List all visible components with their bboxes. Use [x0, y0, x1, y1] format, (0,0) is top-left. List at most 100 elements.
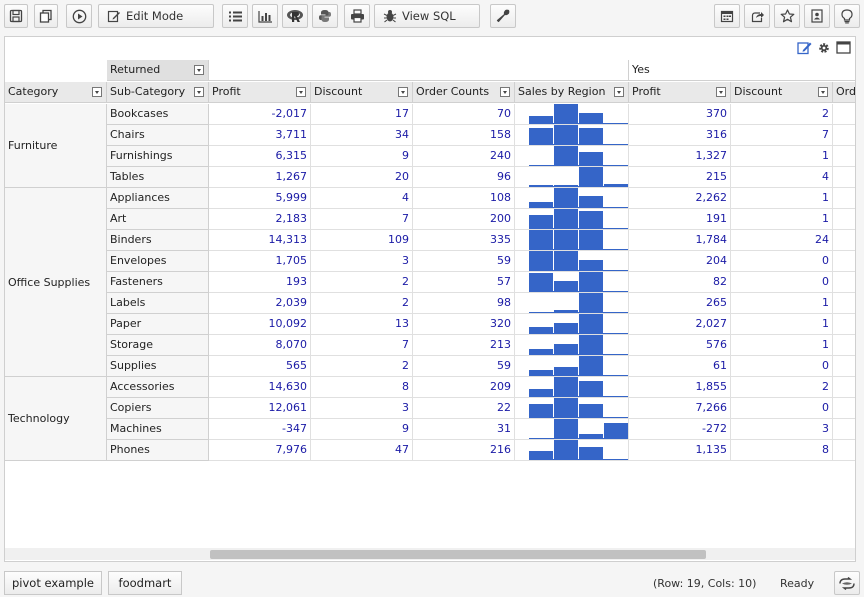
order-counts-header[interactable]: Order Counts: [413, 82, 515, 103]
maximize-icon: [836, 41, 851, 54]
yes-discount-header-dropdown[interactable]: [818, 87, 828, 97]
list-button[interactable]: [222, 4, 248, 28]
status-bar: pivot example foodmart (Row: 19, Cols: 1…: [0, 567, 864, 597]
profit-cell: -347: [209, 419, 311, 440]
print-icon: [350, 9, 364, 23]
sales-by-region-sparkline: [515, 230, 629, 251]
yes-discount-cell: 24: [731, 230, 833, 251]
edit-mode-button[interactable]: Edit Mode: [98, 4, 214, 28]
order-counts-cell: 59: [413, 356, 515, 377]
sales-by-region-header[interactable]: Sales by Region: [515, 82, 629, 103]
pivot-panel: Returned Yes Category Sub-Category Profit Dis…: [4, 36, 856, 562]
yes-profit-cell: 1,784: [629, 230, 731, 251]
sparkline-bar: [579, 381, 603, 397]
yes-discount-cell: 1: [731, 188, 833, 209]
yes-profit-header-dropdown[interactable]: [716, 87, 726, 97]
category-header[interactable]: Category: [5, 82, 107, 103]
discount-header[interactable]: Discount: [311, 82, 413, 103]
discount-cell: 7: [311, 209, 413, 230]
returned-header[interactable]: Returned: [107, 60, 209, 81]
profit-cell: 1,267: [209, 167, 311, 188]
copy-button[interactable]: [34, 4, 58, 28]
python-button[interactable]: [312, 4, 338, 28]
yes-order-counts-cell: [833, 167, 855, 188]
profit-cell: 10,092: [209, 314, 311, 335]
sub-category-cell: Copiers: [107, 398, 209, 419]
run-button[interactable]: [66, 4, 92, 28]
yes-discount-cell: 1: [731, 314, 833, 335]
sparkline-bar: [554, 125, 578, 145]
sparkline-bar: [529, 230, 553, 250]
chart-button[interactable]: [252, 4, 278, 28]
yes-profit-header[interactable]: Profit: [629, 82, 731, 103]
yes-discount-cell: 8: [731, 440, 833, 461]
sparkline-bar: [604, 423, 628, 439]
settings-button[interactable]: [490, 4, 516, 28]
yes-profit-cell: 2,262: [629, 188, 731, 209]
returned-filter-dropdown[interactable]: [194, 65, 204, 75]
profit-header[interactable]: Profit: [209, 82, 311, 103]
sales-by-region-sparkline: [515, 146, 629, 167]
sheet-tab-pivot-example[interactable]: pivot example: [4, 571, 102, 595]
sub-category-cell: Bookcases: [107, 104, 209, 125]
calendar-button[interactable]: [714, 4, 740, 28]
order-counts-cell: 70: [413, 104, 515, 125]
sales-by-region-header-dropdown[interactable]: [614, 87, 624, 97]
panel-settings-button[interactable]: [817, 41, 831, 58]
panel-maximize-button[interactable]: [836, 41, 851, 57]
panel-edit-button[interactable]: [797, 40, 812, 58]
sub-category-cell: Chairs: [107, 125, 209, 146]
discount-cell: 2: [311, 293, 413, 314]
r-language-button[interactable]: [282, 4, 308, 28]
yes-profit-cell: 316: [629, 125, 731, 146]
order-counts-cell: 209: [413, 377, 515, 398]
sparkline-bar: [579, 293, 603, 313]
sparkline-bar: [554, 104, 578, 124]
yes-order-counts-header[interactable]: Ord: [833, 82, 855, 103]
sub-category-cell: Tables: [107, 167, 209, 188]
refresh-button[interactable]: [834, 571, 860, 595]
profit-cell: 193: [209, 272, 311, 293]
sparkline-bar: [579, 447, 603, 460]
discount-cell: 17: [311, 104, 413, 125]
sub-category-header-dropdown[interactable]: [194, 87, 204, 97]
horizontal-scrollbar-thumb[interactable]: [210, 550, 706, 559]
order-counts-header-dropdown[interactable]: [500, 87, 510, 97]
sales-by-region-sparkline: [515, 335, 629, 356]
panel-icons: [797, 40, 851, 58]
sparkline-bar: [579, 211, 603, 229]
refresh-icon: [839, 576, 855, 590]
category-header-dropdown[interactable]: [92, 87, 102, 97]
sparkline-bar: [579, 314, 603, 334]
sparkline-bar: [529, 215, 553, 229]
sub-category-cell: Labels: [107, 293, 209, 314]
view-sql-button[interactable]: View SQL: [374, 4, 480, 28]
sub-category-cell: Paper: [107, 314, 209, 335]
print-button[interactable]: [344, 4, 370, 28]
sparkline-bar: [604, 333, 628, 334]
yes-discount-header[interactable]: Discount: [731, 82, 833, 103]
sub-category-header[interactable]: Sub-Category: [107, 82, 209, 103]
sparkline-bar: [604, 417, 628, 418]
sheet-tab-foodmart[interactable]: foodmart: [108, 571, 182, 595]
discount-header-dropdown[interactable]: [398, 87, 408, 97]
yes-profit-cell: 370: [629, 104, 731, 125]
save-button[interactable]: [4, 4, 28, 28]
save-icon: [9, 9, 23, 23]
sales-by-region-sparkline: [515, 356, 629, 377]
yes-profit-cell: 204: [629, 251, 731, 272]
tips-button[interactable]: [834, 4, 860, 28]
yes-profit-cell: 191: [629, 209, 731, 230]
sparkline-bar: [579, 356, 603, 376]
sparkline-bar: [604, 207, 628, 208]
discount-cell: 3: [311, 251, 413, 272]
share-button[interactable]: [744, 4, 770, 28]
sub-category-cell: Phones: [107, 440, 209, 461]
favorite-button[interactable]: [774, 4, 800, 28]
user-card-button[interactable]: [804, 4, 830, 28]
profit-header-dropdown[interactable]: [296, 87, 306, 97]
user-card-icon: [811, 9, 823, 23]
sales-by-region-sparkline: [515, 272, 629, 293]
yes-discount-cell: 0: [731, 251, 833, 272]
yes-order-counts-cell: [833, 398, 855, 419]
